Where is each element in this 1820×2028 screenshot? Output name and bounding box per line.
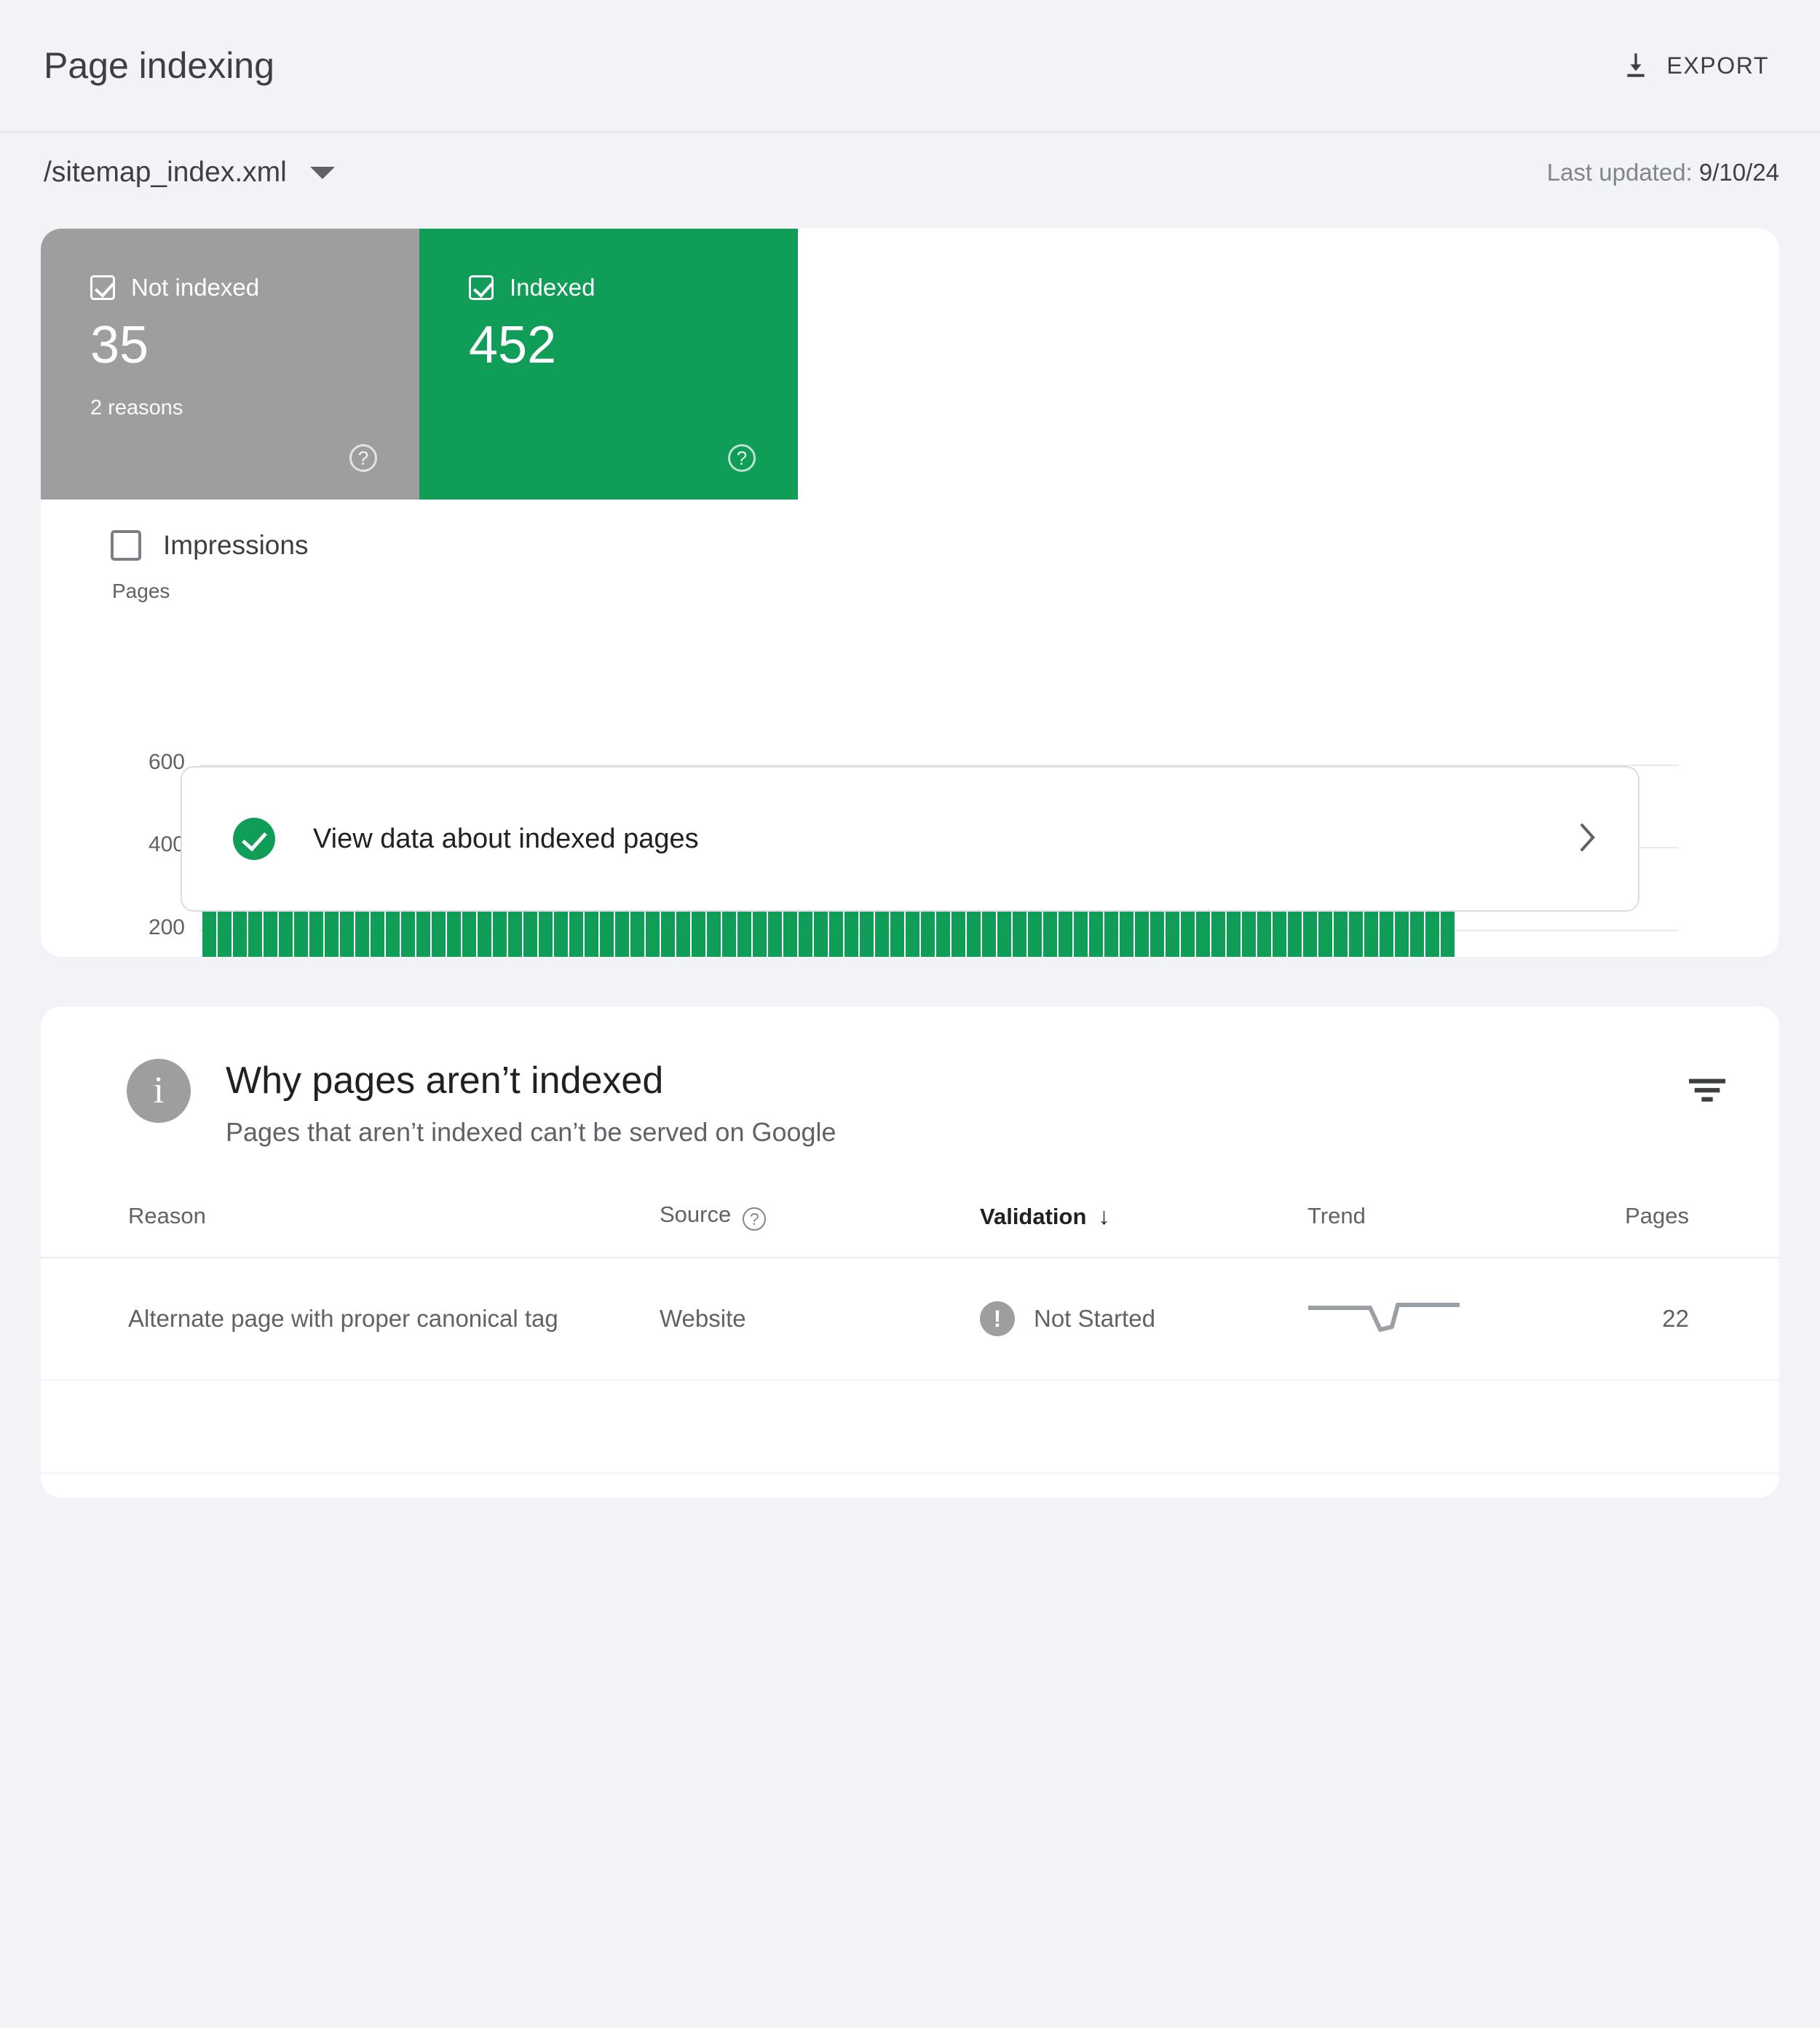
not-indexed-label: Not indexed — [131, 274, 260, 301]
filter-icon[interactable] — [1686, 1072, 1728, 1112]
last-updated-label: Last updated: — [1546, 159, 1699, 186]
indexing-chart-card: Not indexed 35 2 reasons ? Indexed 452 ?… — [41, 229, 1779, 957]
sub-bar: /sitemap_index.xml Last updated: 9/10/24 — [0, 133, 1820, 213]
not-indexed-value: 35 — [90, 316, 149, 374]
indexed-header: Indexed — [469, 274, 798, 301]
warning-icon: ! — [980, 1301, 1015, 1336]
reasons-table: Reason Source? Validation ↓ Trend Pages A… — [41, 1202, 1779, 1474]
cell-validation: ! Not Started — [980, 1258, 1307, 1381]
column-header-reason[interactable]: Reason — [41, 1202, 660, 1258]
view-indexed-pages-banner[interactable]: View data about indexed pages — [181, 766, 1639, 912]
impressions-checkbox[interactable] — [111, 530, 141, 561]
status-tile-indexed[interactable]: Indexed 452 ? — [419, 229, 798, 500]
status-tiles: Not indexed 35 2 reasons ? Indexed 452 ? — [41, 229, 798, 500]
check-circle-icon — [233, 818, 275, 860]
reasons-subtitle: Pages that aren’t indexed can’t be serve… — [226, 1117, 836, 1147]
reasons-title-group: Why pages aren’t indexed Pages that aren… — [226, 1059, 1686, 1148]
indexed-checkbox[interactable] — [469, 275, 494, 300]
info-icon: i — [127, 1059, 191, 1123]
column-header-pages[interactable]: Pages — [1599, 1202, 1779, 1258]
top-bar: Page indexing EXPORT — [0, 0, 1820, 133]
sitemap-selector-value: /sitemap_index.xml — [44, 157, 287, 188]
view-indexed-pages-label: View data about indexed pages — [313, 823, 699, 854]
not-indexed-header: Not indexed — [90, 274, 419, 301]
column-header-source[interactable]: Source? — [660, 1202, 980, 1258]
download-icon — [1621, 50, 1650, 82]
help-icon[interactable]: ? — [728, 444, 756, 472]
arrow-down-icon: ↓ — [1098, 1202, 1110, 1229]
column-header-pages-label: Pages — [1625, 1203, 1689, 1228]
cell-reason: Alternate page with proper canonical tag — [41, 1258, 660, 1381]
column-header-validation[interactable]: Validation ↓ — [980, 1202, 1307, 1258]
indexed-value: 452 — [469, 316, 557, 374]
cell-source: Website — [660, 1258, 980, 1381]
cell-trend — [1307, 1258, 1599, 1381]
column-header-trend[interactable]: Trend — [1307, 1202, 1599, 1258]
last-updated: Last updated: 9/10/24 — [1547, 159, 1779, 186]
table-header-row: Reason Source? Validation ↓ Trend Pages — [41, 1202, 1779, 1258]
page-title: Page indexing — [44, 45, 274, 86]
column-header-source-label: Source — [660, 1202, 732, 1227]
chart-y-tick-label: 400 — [148, 832, 185, 857]
column-header-reason-label: Reason — [128, 1203, 206, 1228]
column-header-trend-label: Trend — [1307, 1203, 1366, 1228]
table-row-partial — [41, 1380, 1779, 1474]
chevron-down-icon — [309, 166, 335, 179]
indexed-label: Indexed — [510, 274, 596, 301]
chart-y-tick-label: 200 — [148, 915, 185, 939]
chevron-right-icon — [1580, 822, 1596, 856]
reasons-header: i Why pages aren’t indexed Pages that ar… — [41, 1006, 1779, 1148]
not-indexed-reasons: 2 reasons — [90, 396, 183, 419]
column-header-validation-label: Validation — [980, 1203, 1087, 1229]
not-indexed-checkbox[interactable] — [90, 275, 115, 300]
help-icon[interactable]: ? — [349, 444, 377, 472]
export-button[interactable]: EXPORT — [1611, 42, 1779, 89]
table-row[interactable]: Alternate page with proper canonical tag… — [41, 1258, 1779, 1381]
cell-pages: 22 — [1599, 1258, 1779, 1381]
chart-y-axis-title: Pages — [112, 580, 170, 602]
impressions-label: Impressions — [163, 530, 309, 560]
why-pages-arent-indexed-card: i Why pages aren’t indexed Pages that ar… — [41, 1006, 1779, 1498]
last-updated-value: 9/10/24 — [1698, 159, 1779, 186]
chart-y-tick-label: 600 — [148, 750, 185, 774]
help-icon[interactable]: ? — [743, 1207, 767, 1231]
reasons-title: Why pages aren’t indexed — [226, 1060, 664, 1102]
impressions-toggle[interactable]: Impressions — [41, 500, 1779, 561]
trend-sparkline-icon — [1308, 1303, 1460, 1332]
sitemap-selector[interactable]: /sitemap_index.xml — [44, 157, 335, 189]
status-tile-not-indexed[interactable]: Not indexed 35 2 reasons ? — [41, 229, 419, 500]
cell-validation-label: Not Started — [1034, 1305, 1155, 1332]
export-label: EXPORT — [1666, 52, 1769, 79]
